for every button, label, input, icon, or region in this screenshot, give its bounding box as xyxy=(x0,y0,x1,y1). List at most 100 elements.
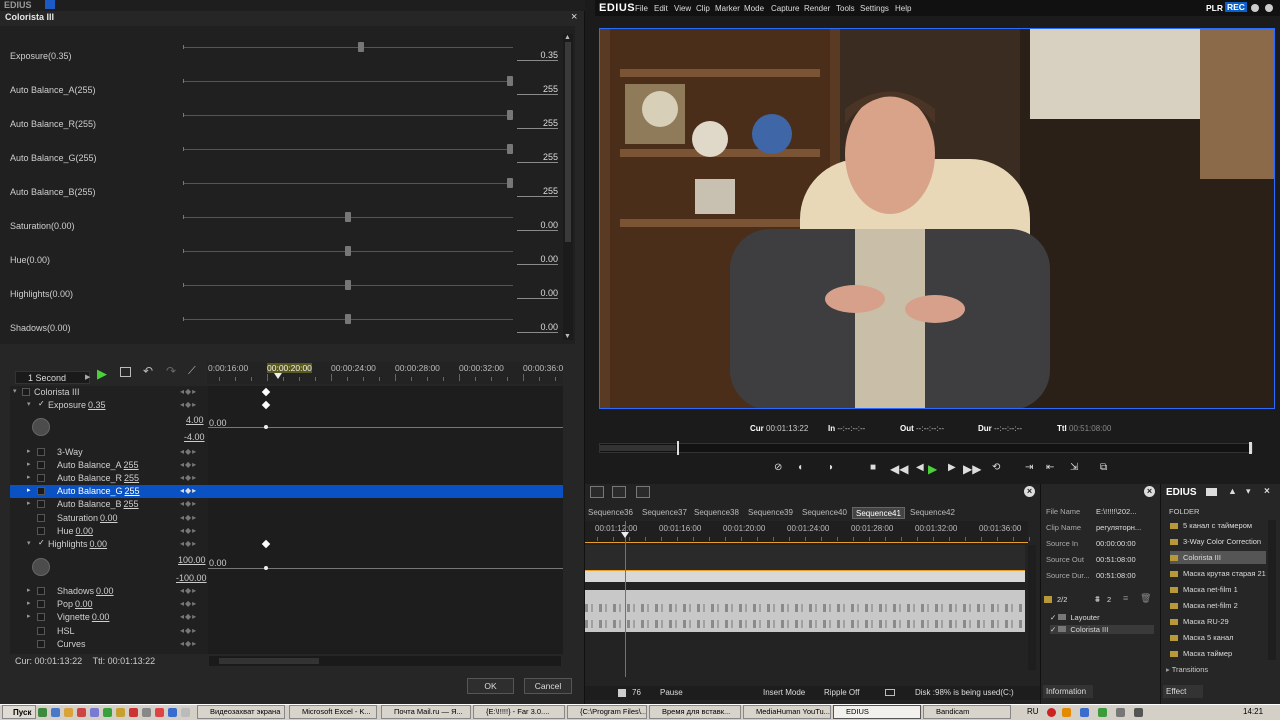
row-checkbox[interactable] xyxy=(37,527,45,535)
param-value-field[interactable]: 0.00 xyxy=(517,221,558,231)
ok-button[interactable]: OK xyxy=(467,678,514,694)
play-icon[interactable]: ▶ xyxy=(97,366,107,382)
menu-item[interactable]: Render xyxy=(804,4,830,13)
insert-mode[interactable]: Insert Mode xyxy=(763,688,805,697)
quick-launch-icon[interactable] xyxy=(77,708,86,717)
keyframe-nav-icon[interactable]: ◂◆▸ xyxy=(180,387,197,396)
folder-icon[interactable] xyxy=(1206,488,1217,496)
close-icon[interactable]: × xyxy=(571,11,577,23)
ripple-mode[interactable]: Ripple Off xyxy=(824,688,859,697)
player-scrubber[interactable] xyxy=(599,441,1253,455)
fast-forward-icon[interactable]: ▶▶ xyxy=(963,462,981,476)
keyframe-nav-icon[interactable]: ◂◆▸ xyxy=(180,400,197,409)
check-icon[interactable]: ✓ xyxy=(1050,625,1058,634)
graph-point[interactable] xyxy=(264,566,268,570)
sequence-tab[interactable]: Sequence42 xyxy=(907,507,958,519)
menu-item[interactable]: Marker xyxy=(715,4,740,13)
tree-row-saturation[interactable]: Saturation 0.00 ◂◆▸ xyxy=(10,512,563,525)
taskbar-item[interactable]: Microsoft Excel - K... xyxy=(289,705,377,719)
close-window-icon[interactable] xyxy=(1265,4,1273,12)
in-point-icon[interactable]: ⊘ xyxy=(774,462,782,473)
quick-launch-icon[interactable] xyxy=(168,708,177,717)
stop-icon[interactable]: ■ xyxy=(870,462,876,473)
interval-select[interactable]: 1 Second xyxy=(15,371,90,384)
information-tab[interactable]: Information xyxy=(1043,685,1093,698)
insert-icon[interactable]: ⇥ xyxy=(1025,462,1033,473)
expand-icon[interactable]: ▸ xyxy=(27,473,31,481)
effect-item[interactable]: 5 канал с таймером xyxy=(1170,519,1266,532)
param-value-field[interactable]: 0.00 xyxy=(517,289,558,299)
highlights-max[interactable]: 100.00 xyxy=(178,555,206,565)
dropdown-icon[interactable]: ▾ xyxy=(1246,486,1251,497)
timeline-playhead[interactable] xyxy=(625,521,626,677)
transitions-folder[interactable]: ▸ Transitions xyxy=(1166,665,1208,674)
quick-launch-icon[interactable] xyxy=(116,708,125,717)
audio-track-clip[interactable] xyxy=(585,590,1025,632)
param-value[interactable]: 255 xyxy=(124,460,139,470)
list-icon[interactable] xyxy=(636,486,650,498)
start-button[interactable]: Пуск xyxy=(2,705,36,719)
scrollbar-thumb[interactable] xyxy=(565,42,571,242)
menu-item[interactable]: Edit xyxy=(654,4,668,13)
loop-icon[interactable] xyxy=(120,367,131,377)
volume-icon[interactable] xyxy=(1134,708,1143,717)
slider-knob[interactable] xyxy=(507,144,513,154)
effect-item[interactable]: Colorista III xyxy=(1170,551,1266,564)
language-indicator[interactable]: RU xyxy=(1027,707,1039,716)
scroll-up-icon[interactable]: ▲ xyxy=(564,34,571,41)
keyframe-marker[interactable] xyxy=(261,400,271,410)
sequence-tab[interactable]: Sequence41 xyxy=(852,507,905,519)
sequence-tab[interactable]: Sequence39 xyxy=(745,507,796,519)
scroll-down-icon[interactable]: ▼ xyxy=(564,333,571,340)
menu-item[interactable]: View xyxy=(674,4,691,13)
expand-icon[interactable]: ▸ xyxy=(27,612,31,620)
slider-knob[interactable] xyxy=(507,110,513,120)
taskbar-item[interactable]: EDIUS xyxy=(833,705,921,719)
scrubber-end[interactable] xyxy=(1249,442,1252,454)
tree-row-ab-b[interactable]: ▸ Auto Balance_B 255 ◂◆▸ xyxy=(10,498,563,511)
effect-close-icon[interactable]: × xyxy=(1264,486,1270,497)
delete-icon[interactable]: 🗑 xyxy=(1140,593,1151,604)
param-value[interactable]: 0.00 xyxy=(75,599,93,609)
scrollbar-thumb[interactable] xyxy=(219,658,319,664)
row-checkbox[interactable] xyxy=(37,461,45,469)
slider-knob[interactable] xyxy=(345,246,351,256)
taskbar-item[interactable]: Bandicam xyxy=(923,705,1011,719)
row-checkbox[interactable] xyxy=(37,600,45,608)
expand-icon[interactable]: ▸ xyxy=(27,499,31,507)
highlights-dial[interactable] xyxy=(32,558,50,576)
cancel-button[interactable]: Cancel xyxy=(524,678,572,694)
param-value-field[interactable]: 0.35 xyxy=(517,51,558,61)
taskbar-item[interactable]: {E:\!!!!!} - Far 3.0.... xyxy=(473,705,565,719)
step-back-icon[interactable]: ◀ xyxy=(916,462,924,473)
row-checkbox[interactable] xyxy=(37,514,45,522)
sequence-tab[interactable]: Sequence38 xyxy=(691,507,742,519)
row-checkbox[interactable] xyxy=(37,613,45,621)
row-checkbox[interactable] xyxy=(37,448,45,456)
filter-item[interactable]: ✓ Layouter xyxy=(1050,613,1100,622)
keyframe-nav-icon[interactable]: ◂◆▸ xyxy=(180,599,197,608)
keyframe-nav-icon[interactable]: ◂◆▸ xyxy=(180,486,197,495)
param-value-field[interactable]: 255 xyxy=(517,187,558,197)
tray-icon[interactable] xyxy=(1098,708,1107,717)
row-checkbox[interactable] xyxy=(22,388,30,396)
filter-item[interactable]: ✓ Colorista III xyxy=(1050,625,1154,634)
keyframe-nav-icon[interactable]: ◂◆▸ xyxy=(180,586,197,595)
slider-knob[interactable] xyxy=(345,314,351,324)
menu-item[interactable]: Help xyxy=(895,4,911,13)
keyframe-nav-icon[interactable]: ◂◆▸ xyxy=(180,473,197,482)
keyframe-nav-icon[interactable]: ◂◆▸ xyxy=(180,526,197,535)
param-value[interactable]: 0.00 xyxy=(100,513,118,523)
tree-row-ab-r[interactable]: ▸ Auto Balance_R 255 ◂◆▸ xyxy=(10,472,563,485)
expand-icon[interactable]: ▾ xyxy=(13,387,17,395)
param-slider[interactable] xyxy=(183,147,513,151)
playhead-handle-icon[interactable] xyxy=(621,532,629,538)
param-slider[interactable] xyxy=(183,79,513,83)
exposure-max[interactable]: 4.00 xyxy=(186,415,204,425)
timeline-close-icon[interactable]: × xyxy=(1024,486,1035,497)
param-slider[interactable] xyxy=(183,113,513,117)
effect-item[interactable]: Маска таймер xyxy=(1170,647,1266,660)
mark-out-icon[interactable]: ◗ xyxy=(828,462,834,473)
tree-row-hue[interactable]: Hue 0.00 ◂◆▸ xyxy=(10,525,563,538)
parameter-scrollbar[interactable]: ▲ ▼ xyxy=(563,34,573,340)
